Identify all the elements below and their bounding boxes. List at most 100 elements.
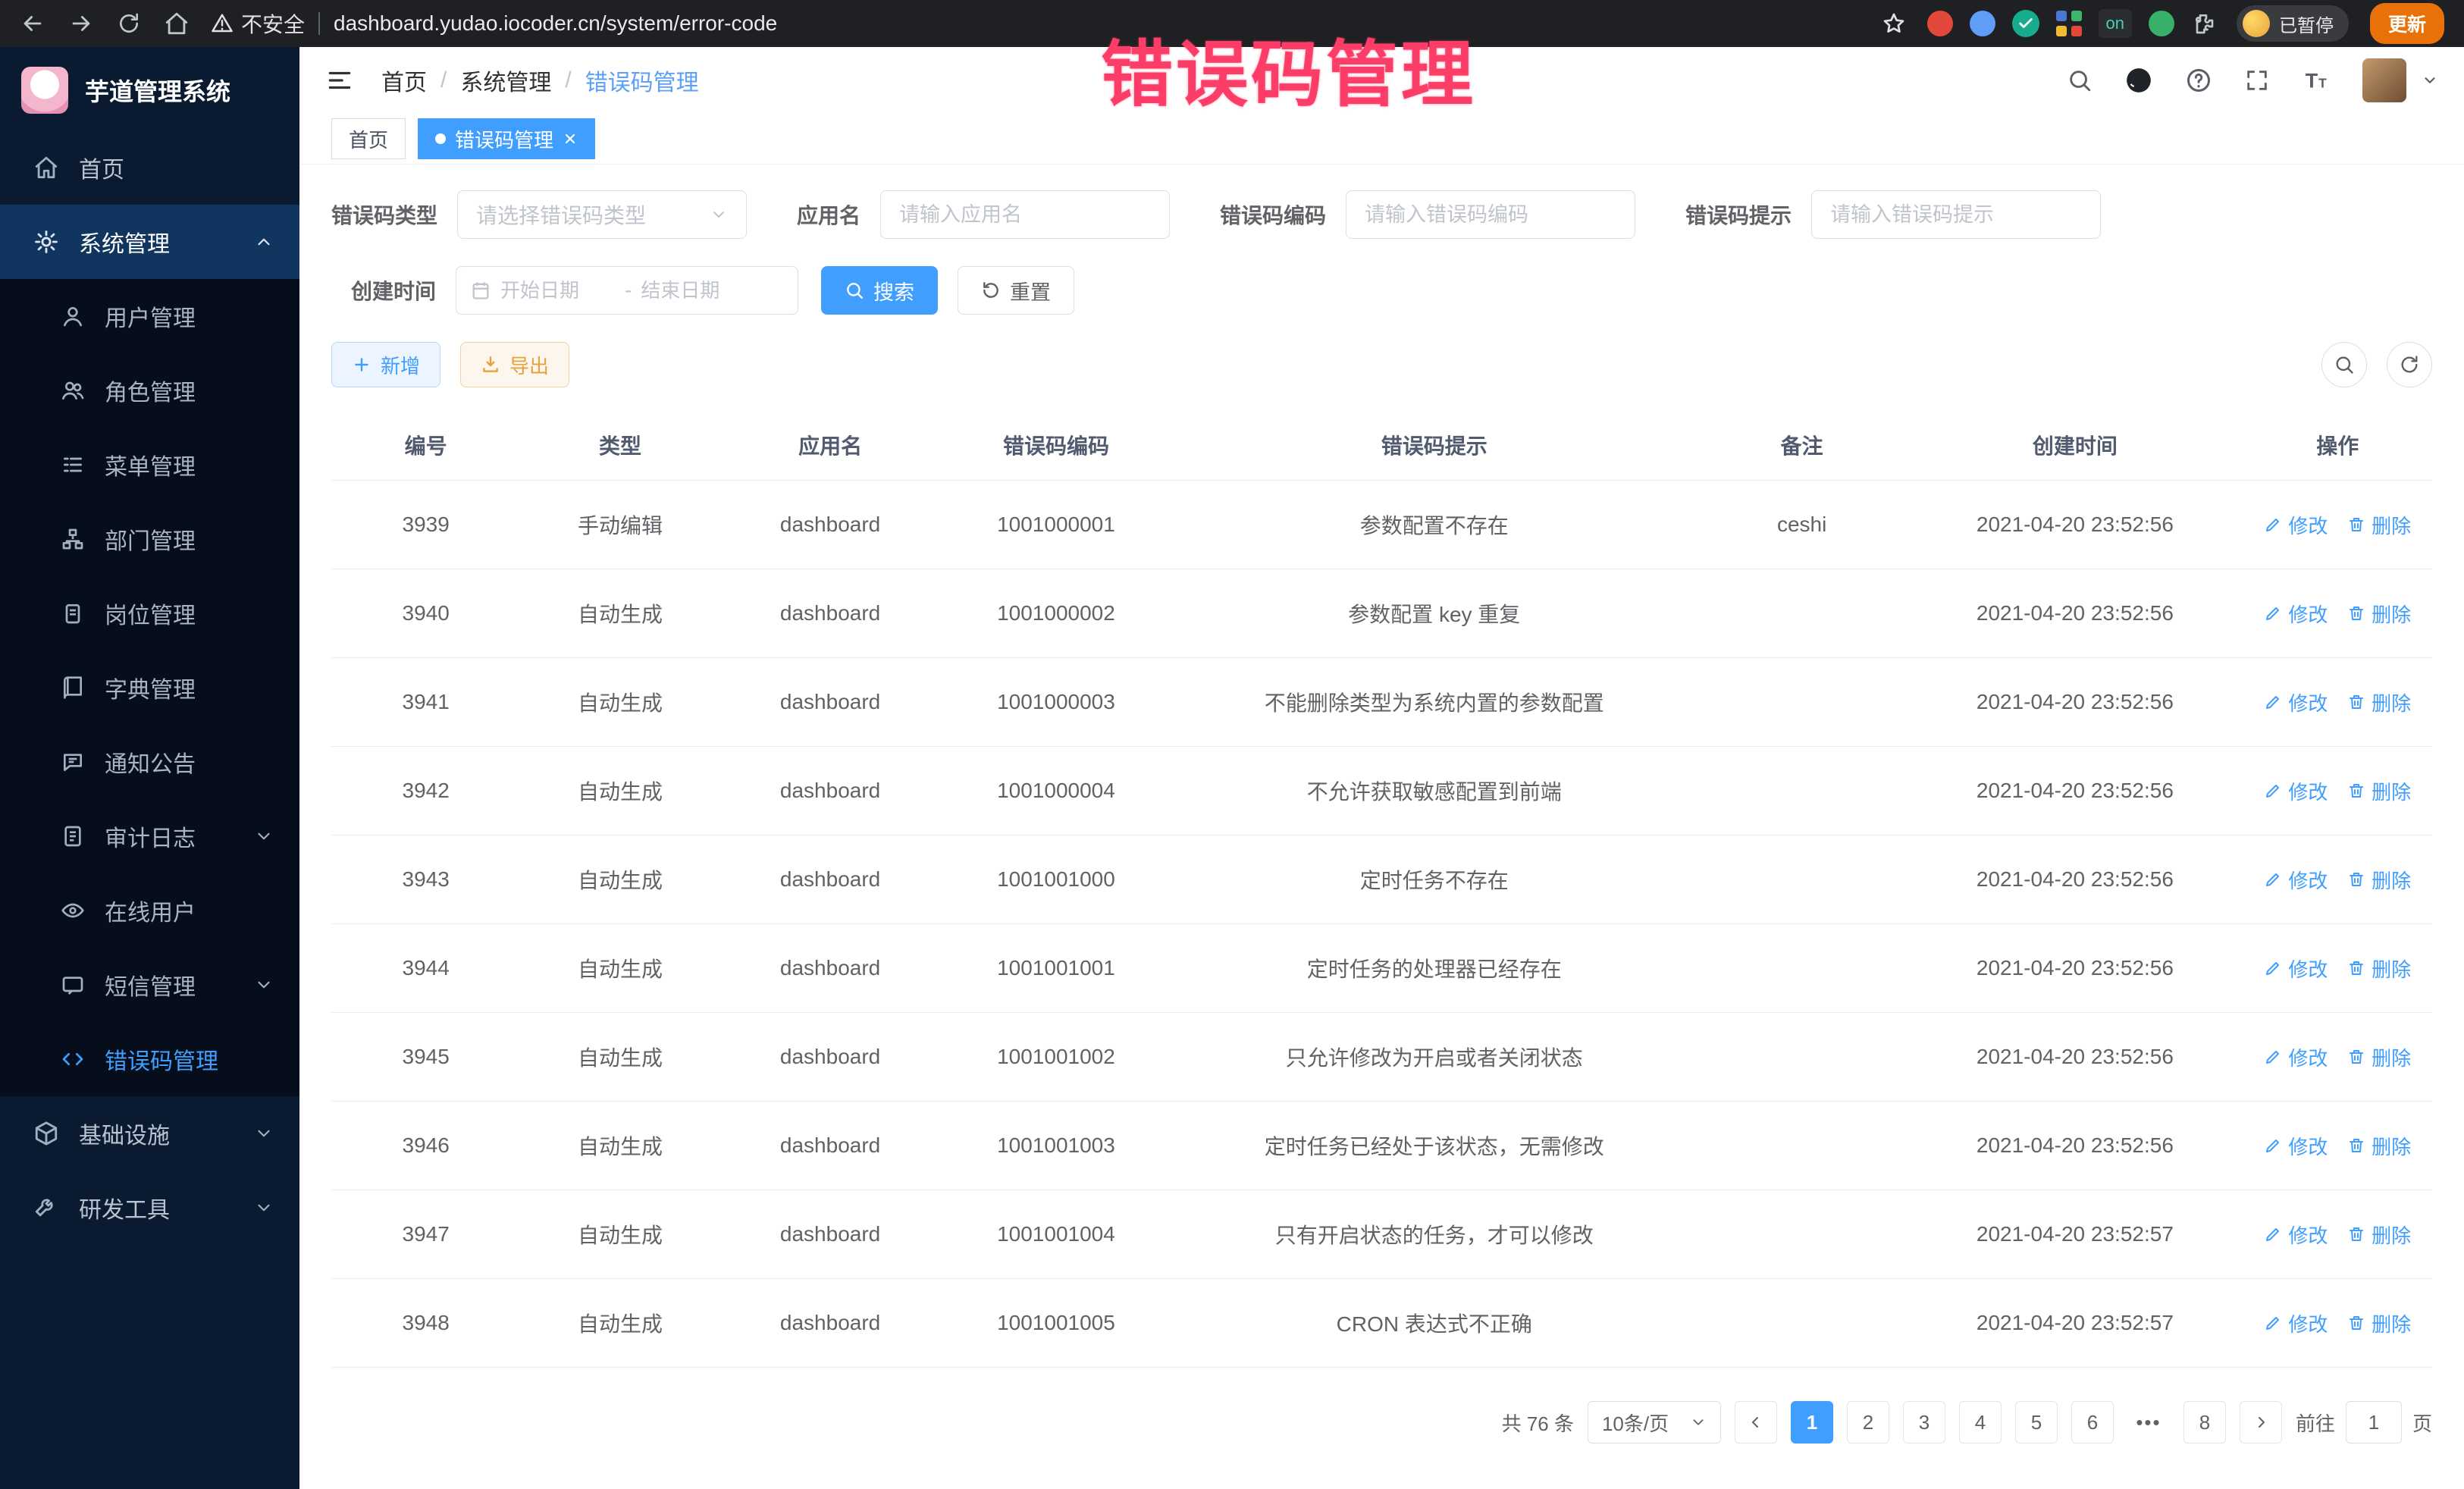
user-avatar[interactable] (2362, 58, 2406, 102)
page-ellipsis[interactable]: ••• (2127, 1401, 2170, 1444)
page-button-6[interactable]: 6 (2071, 1401, 2114, 1444)
error-tip-input[interactable] (1811, 190, 2101, 239)
goto-page-input[interactable] (2346, 1401, 2402, 1444)
error-code-input[interactable] (1346, 190, 1635, 239)
back-icon[interactable] (20, 11, 45, 36)
edit-link[interactable]: 修改 (2264, 1043, 2328, 1071)
edit-link[interactable]: 修改 (2264, 955, 2328, 983)
app-name-input[interactable] (880, 190, 1170, 239)
start-date-input[interactable] (499, 278, 617, 303)
sidebar-item-departments[interactable]: 部门管理 (0, 502, 299, 576)
search-button[interactable]: 搜索 (821, 266, 938, 315)
sidebar-item-dictionary[interactable]: 字典管理 (0, 650, 299, 725)
refresh-icon[interactable] (117, 11, 141, 36)
delete-link[interactable]: 删除 (2347, 600, 2411, 628)
table-row: 3939 手动编辑 dashboard 1001000001 参数配置不存在 c… (331, 481, 2432, 569)
toggle-search-icon-button[interactable] (2321, 342, 2367, 387)
delete-link[interactable]: 删除 (2347, 1221, 2411, 1249)
prev-page-button[interactable] (1735, 1401, 1777, 1444)
sidebar-item-system[interactable]: 系统管理 (0, 205, 299, 279)
trash-icon (2347, 782, 2365, 800)
sidebar-item-menus[interactable]: 菜单管理 (0, 428, 299, 502)
font-size-icon[interactable]: TT (2302, 66, 2331, 95)
page-button-2[interactable]: 2 (1847, 1401, 1889, 1444)
edit-link[interactable]: 修改 (2264, 1132, 2328, 1160)
cell-actions: 修改 删除 (2243, 1013, 2432, 1102)
edit-pencil-icon (2264, 1314, 2282, 1332)
sidebar-item-home[interactable]: 首页 (0, 130, 299, 205)
delete-link[interactable]: 删除 (2347, 777, 2411, 805)
cell-actions: 修改 删除 (2243, 924, 2432, 1013)
sidebar-item-audit-log[interactable]: 审计日志 (0, 799, 299, 873)
sidebar-item-notices[interactable]: 通知公告 (0, 725, 299, 799)
edit-link[interactable]: 修改 (2264, 866, 2328, 894)
extension-check-icon[interactable] (2012, 10, 2039, 37)
gear-icon (33, 229, 59, 255)
extension-icon-red[interactable] (1927, 11, 1953, 36)
extension-icon-blue[interactable] (1970, 11, 1995, 36)
delete-link[interactable]: 删除 (2347, 866, 2411, 894)
extension-icon-green[interactable] (2149, 11, 2174, 36)
page-button-5[interactable]: 5 (2015, 1401, 2058, 1444)
sidebar-item-roles[interactable]: 角色管理 (0, 353, 299, 428)
page-button-1[interactable]: 1 (1791, 1401, 1833, 1444)
edit-link[interactable]: 修改 (2264, 688, 2328, 716)
end-date-input[interactable] (639, 278, 757, 303)
tab-home[interactable]: 首页 (331, 118, 406, 159)
breadcrumb-system[interactable]: 系统管理 (460, 64, 551, 97)
sidebar-item-infrastructure[interactable]: 基础设施 (0, 1096, 299, 1171)
extension-grid-icon[interactable] (2056, 11, 2082, 36)
delete-link[interactable]: 删除 (2347, 1132, 2411, 1160)
forward-icon[interactable] (68, 11, 94, 36)
help-icon[interactable] (2185, 67, 2212, 94)
delete-link[interactable]: 删除 (2347, 688, 2411, 716)
sidebar-item-online-users[interactable]: 在线用户 (0, 873, 299, 948)
delete-link[interactable]: 删除 (2347, 1309, 2411, 1337)
error-type-select[interactable]: 请选择错误码类型 (457, 190, 747, 239)
refresh-icon (2399, 354, 2420, 375)
delete-link[interactable]: 删除 (2347, 955, 2411, 983)
sidebar-item-dev-tools[interactable]: 研发工具 (0, 1171, 299, 1245)
refresh-table-icon-button[interactable] (2387, 342, 2432, 387)
address-bar[interactable]: 不安全 dashboard.yudao.iocoder.cn/system/er… (211, 8, 1906, 39)
delete-link[interactable]: 删除 (2347, 1043, 2411, 1071)
next-page-button[interactable] (2240, 1401, 2282, 1444)
sidebar-item-users[interactable]: 用户管理 (0, 279, 299, 353)
bookmark-star-icon[interactable] (1882, 11, 1906, 36)
page-size-select[interactable]: 10条/页 (1588, 1401, 1721, 1444)
page-button-8[interactable]: 8 (2183, 1401, 2226, 1444)
date-range-picker[interactable]: - (456, 266, 798, 315)
sidebar-item-sms[interactable]: 短信管理 (0, 948, 299, 1022)
collapse-sidebar-icon[interactable] (325, 66, 354, 95)
edit-link[interactable]: 修改 (2264, 511, 2328, 539)
edit-link[interactable]: 修改 (2264, 1221, 2328, 1249)
caret-down-icon[interactable] (2422, 72, 2438, 89)
profile-chip[interactable]: 已暂停 (2237, 5, 2349, 42)
breadcrumb-home[interactable]: 首页 (381, 64, 427, 97)
tab-error-codes[interactable]: 错误码管理 (418, 118, 595, 159)
home-icon[interactable] (164, 11, 190, 36)
github-icon[interactable] (2124, 66, 2153, 95)
message-icon (61, 973, 85, 997)
sidebar-item-error-codes[interactable]: 错误码管理 (0, 1022, 299, 1096)
browser-update-button[interactable]: 更新 (2370, 3, 2444, 44)
extensions-puzzle-icon[interactable] (2191, 11, 2215, 36)
app-logo[interactable]: 芋道管理系统 (0, 47, 299, 130)
extension-badge[interactable]: on (2099, 9, 2132, 38)
delete-link[interactable]: 删除 (2347, 511, 2411, 539)
address-divider (318, 12, 320, 35)
sidebar-item-posts[interactable]: 岗位管理 (0, 576, 299, 650)
close-tab-icon[interactable] (563, 131, 578, 146)
export-button[interactable]: 导出 (460, 342, 569, 387)
edit-link[interactable]: 修改 (2264, 1309, 2328, 1337)
page-button-3[interactable]: 3 (1903, 1401, 1945, 1444)
fullscreen-icon[interactable] (2244, 67, 2270, 93)
search-icon[interactable] (2067, 67, 2093, 93)
add-button[interactable]: 新增 (331, 342, 440, 387)
page-button-4[interactable]: 4 (1959, 1401, 2002, 1444)
reset-button[interactable]: 重置 (958, 266, 1074, 315)
security-indicator[interactable]: 不安全 (211, 8, 305, 39)
edit-link[interactable]: 修改 (2264, 777, 2328, 805)
edit-link[interactable]: 修改 (2264, 600, 2328, 628)
cell-remark: ceshi (1697, 481, 1907, 569)
